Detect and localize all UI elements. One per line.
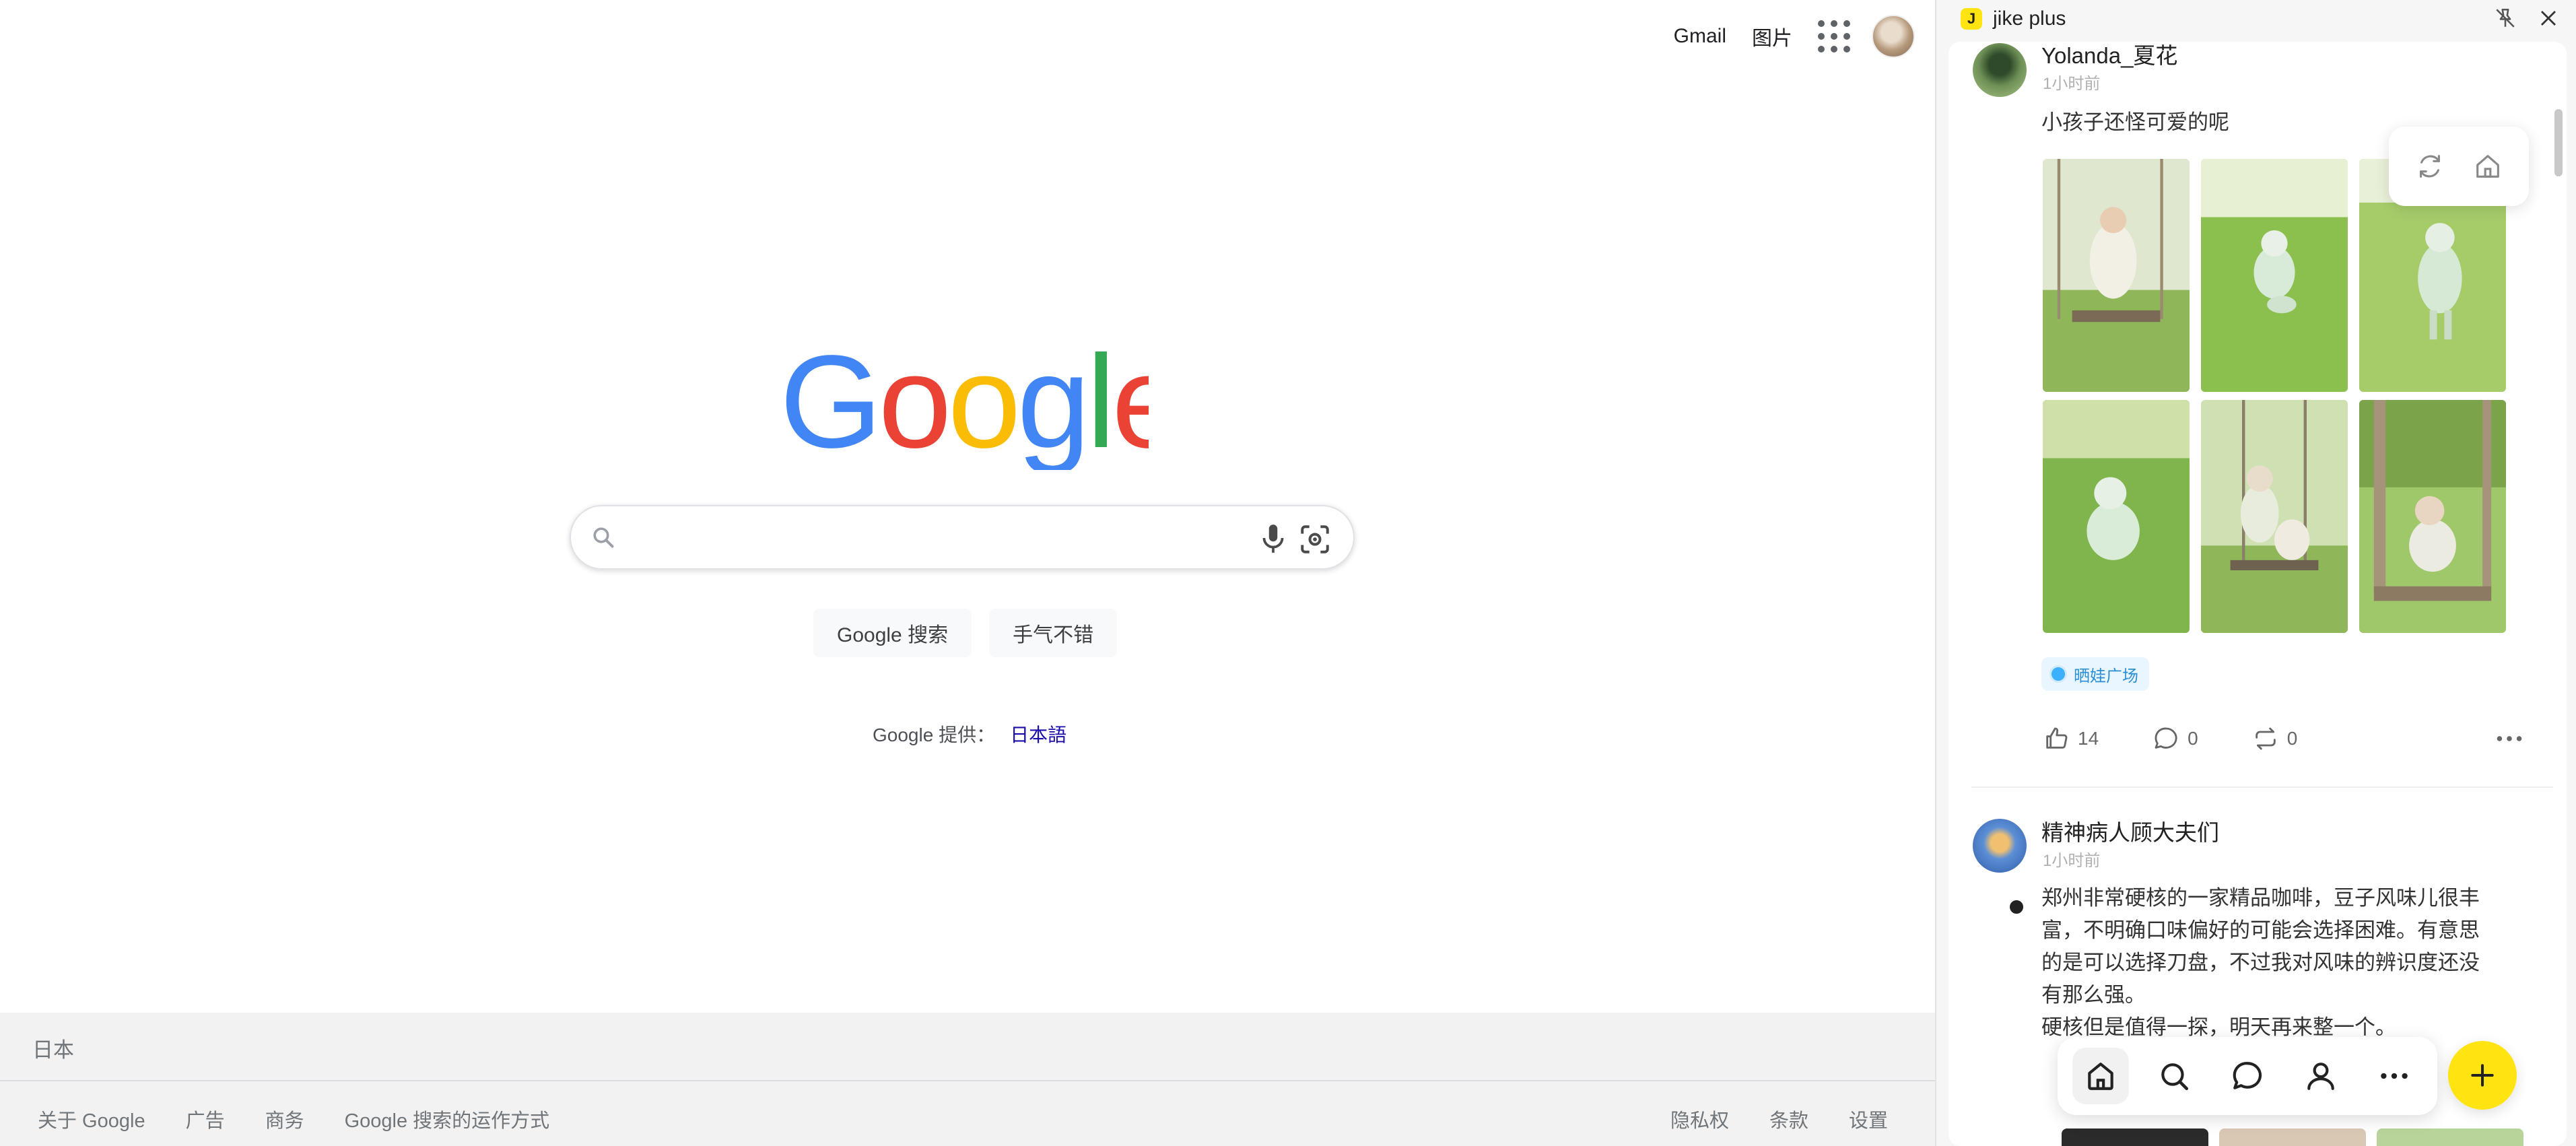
comment-button[interactable]: 0: [2153, 725, 2198, 752]
terms-link[interactable]: 条款: [1769, 1105, 1808, 1133]
verified-badge-icon: [2008, 898, 2025, 916]
refresh-icon[interactable]: [2414, 151, 2445, 182]
privacy-link[interactable]: 隐私权: [1670, 1105, 1729, 1133]
photo-thumbnail-peek: [2377, 1128, 2523, 1146]
post-text-line: 郑州非常硬核的一家精品咖啡，豆子风味儿很丰: [2041, 886, 2480, 910]
post-text-line: 有那么强。: [2041, 983, 2146, 1007]
jike-feed[interactable]: Yolanda_夏花 1小时前 小孩子还怪可爱的呢 晒娃广场 14 0 0 精神…: [1948, 42, 2567, 1146]
home-icon[interactable]: [2472, 151, 2503, 182]
photo-thumbnail[interactable]: [2201, 159, 2348, 392]
account-avatar[interactable]: [1872, 15, 1915, 58]
post-text-line: 富，不明确口味偏好的可能会选择困难。有意思: [2041, 918, 2480, 942]
google-homepage: Gmail 图片 Google Google 搜索 手气不错 Google 提供…: [0, 0, 1935, 1146]
like-button[interactable]: 14: [2043, 725, 2099, 752]
tab-profile[interactable]: [2293, 1048, 2349, 1104]
post-text-line: 的是可以选择刀盘，不过我对风味的辨识度还没: [2041, 951, 2480, 974]
repost-count: 0: [2286, 728, 2298, 749]
author-avatar[interactable]: [1973, 43, 2027, 97]
create-post-button[interactable]: [2448, 1041, 2517, 1110]
feeling-lucky-button[interactable]: 手气不错: [989, 609, 1118, 657]
photo-grid: [2043, 159, 2506, 633]
more-icon: [2380, 1073, 2408, 1079]
close-icon[interactable]: [2538, 8, 2558, 28]
google-top-bar: Gmail 图片: [1674, 15, 1935, 58]
post-actions: 14 0 0: [2043, 722, 2501, 755]
how-search-works-link[interactable]: Google 搜索的运作方式: [345, 1105, 550, 1133]
photo-thumbnail[interactable]: [2201, 400, 2348, 633]
offered-in-language: Google 提供： 日本語: [873, 720, 1066, 747]
profile-icon: [2307, 1063, 2334, 1090]
tab-messages[interactable]: [2219, 1048, 2276, 1104]
google-search-button[interactable]: Google 搜索: [813, 609, 972, 657]
tab-home[interactable]: [2072, 1048, 2130, 1104]
footer-country: 日本: [0, 1013, 1935, 1081]
footer-links: 关于 Google 广告 商务 Google 搜索的运作方式 隐私权 条款 设置: [0, 1099, 1935, 1139]
google-logo: Google: [780, 335, 1149, 470]
svg-text:Google: Google: [780, 335, 1149, 470]
plus-icon: [2471, 1064, 2494, 1087]
photo-thumbnail-peek: [2219, 1128, 2366, 1146]
post-text: 郑州非常硬核的一家精品咖啡，豆子风味儿很丰 富，不明确口味偏好的可能会选择困难。…: [2041, 882, 2513, 1044]
camera-lens-icon[interactable]: [1298, 523, 1332, 556]
photo-thumbnail-peek: [2062, 1128, 2208, 1146]
floating-toolbar: [2389, 127, 2529, 206]
business-link[interactable]: 商务: [265, 1105, 304, 1133]
message-icon: [2233, 1062, 2262, 1089]
photo-thumbnail[interactable]: [2043, 400, 2190, 633]
post-divider: [1971, 786, 2553, 788]
search-icon: [593, 527, 614, 548]
repost-button[interactable]: 0: [2252, 725, 2298, 752]
microphone-icon[interactable]: [1256, 521, 1290, 556]
feed-scrollbar[interactable]: [2554, 109, 2563, 176]
search-input[interactable]: [632, 518, 1190, 556]
jike-title-bar: J jike plus: [1936, 0, 2576, 38]
photo-thumbnail[interactable]: [2359, 400, 2506, 633]
google-footer: 日本 关于 Google 广告 商务 Google 搜索的运作方式 隐私权 条款…: [0, 1013, 1935, 1146]
jike-tab-bar: [2058, 1037, 2437, 1115]
author-name[interactable]: Yolanda_夏花: [2041, 42, 2177, 70]
settings-link[interactable]: 设置: [1849, 1105, 1888, 1133]
offered-in-label: Google 提供：: [873, 724, 996, 745]
author-avatar[interactable]: [1973, 819, 2027, 873]
gmail-link[interactable]: Gmail: [1674, 25, 1726, 48]
images-link[interactable]: 图片: [1752, 22, 1792, 51]
tab-more[interactable]: [2366, 1048, 2422, 1104]
ads-link[interactable]: 广告: [186, 1105, 225, 1133]
search-buttons: Google 搜索 手气不错: [813, 609, 1118, 657]
repost-icon: [2255, 727, 2276, 750]
post-time: 1小时前: [2043, 852, 2101, 870]
topic-tag[interactable]: 晒娃广场: [2041, 657, 2149, 691]
comment-count: 0: [2188, 728, 2198, 749]
window-title: jike plus: [1993, 7, 2066, 30]
about-link[interactable]: 关于 Google: [38, 1105, 145, 1133]
home-icon: [2088, 1063, 2114, 1090]
unpin-icon[interactable]: [2494, 7, 2517, 30]
post-time: 1小时前: [2043, 75, 2101, 93]
author-name[interactable]: 精神病人顾大夫们: [2041, 815, 2219, 847]
language-link[interactable]: 日本語: [1010, 724, 1066, 745]
topic-icon: [2049, 665, 2067, 683]
jike-logo: J: [1961, 8, 1982, 30]
search-box[interactable]: [570, 505, 1355, 570]
like-count: 14: [2078, 728, 2099, 749]
apps-grid-icon[interactable]: [1818, 20, 1850, 53]
topic-label: 晒娃广场: [2074, 667, 2138, 685]
comment-icon: [2155, 727, 2177, 749]
more-options-icon[interactable]: [2493, 722, 2526, 755]
thumbs-up-icon: [2046, 727, 2068, 749]
tab-search[interactable]: [2146, 1048, 2202, 1104]
search-icon: [2161, 1063, 2189, 1091]
photo-thumbnail[interactable]: [2043, 159, 2190, 392]
